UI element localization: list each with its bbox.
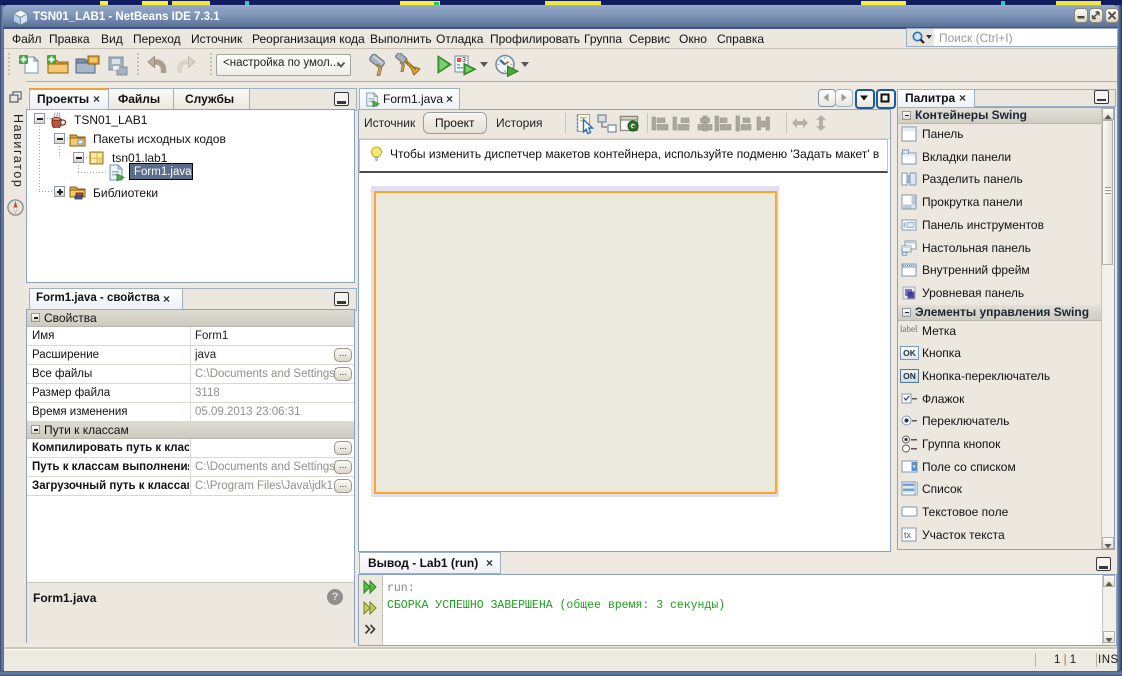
svg-text:tx: tx [904,530,912,540]
